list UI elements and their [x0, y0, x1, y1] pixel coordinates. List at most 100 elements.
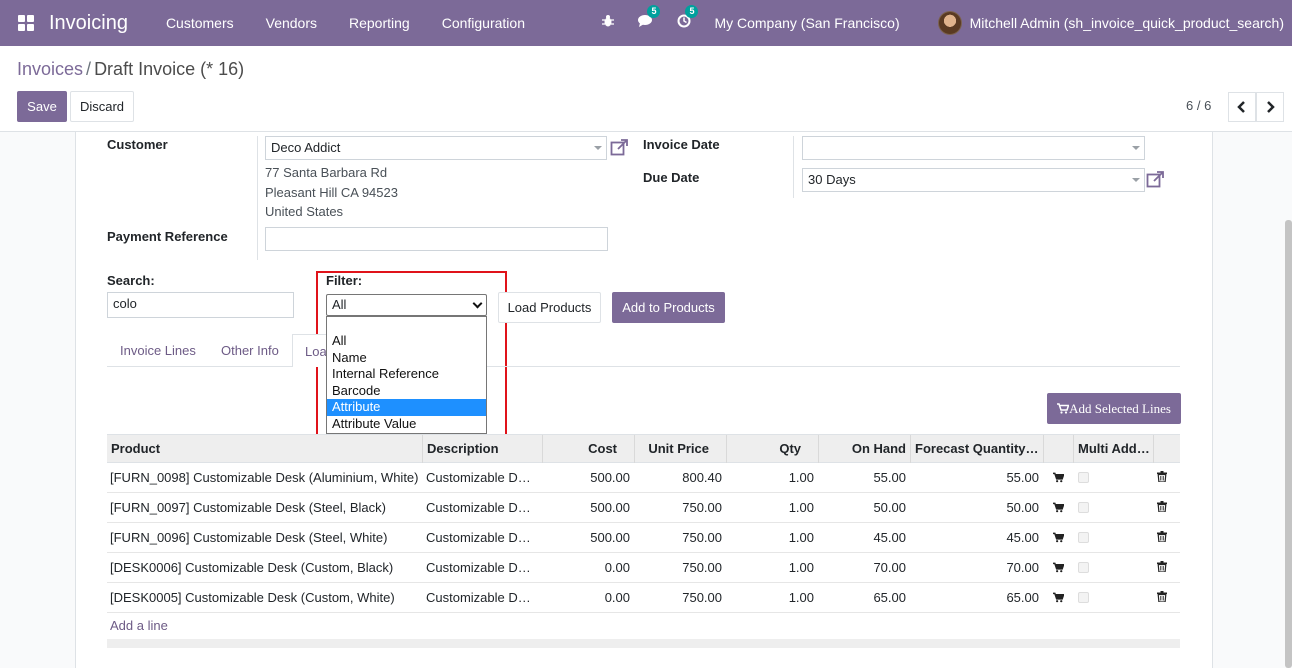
cell-on-hand[interactable]: 45.00 [819, 530, 906, 545]
cell-product[interactable]: [FURN_0097] Customizable Desk (Steel, Bl… [110, 500, 386, 515]
company-switcher[interactable]: My Company (San Francisco) [714, 15, 899, 31]
cell-unit-price[interactable]: 750.00 [637, 530, 722, 545]
header-forecast-quantity[interactable]: Forecast Quantity… [915, 441, 1043, 456]
cell-forecast[interactable]: 50.00 [917, 500, 1039, 515]
multi-add-checkbox[interactable] [1078, 592, 1089, 603]
payment-reference-field[interactable] [265, 227, 608, 251]
external-link-icon[interactable] [1146, 170, 1166, 190]
scrollbar[interactable] [1285, 220, 1292, 668]
cell-cost[interactable]: 0.00 [547, 560, 630, 575]
trash-icon[interactable] [1157, 531, 1167, 542]
add-a-line-link[interactable]: Add a line [110, 618, 168, 633]
cart-icon[interactable] [1053, 562, 1064, 573]
header-description[interactable]: Description [427, 441, 499, 456]
cell-description[interactable]: Customizable D… [426, 560, 536, 575]
menu-vendors[interactable]: Vendors [250, 15, 333, 31]
menu-customers[interactable]: Customers [150, 15, 250, 31]
table-row[interactable]: [DESK0005] Customizable Desk (Custom, Wh… [107, 583, 1180, 613]
cell-product[interactable]: [FURN_0098] Customizable Desk (Aluminium… [110, 470, 418, 485]
trash-icon[interactable] [1157, 501, 1167, 512]
cell-forecast[interactable]: 65.00 [917, 590, 1039, 605]
load-products-button[interactable]: Load Products [498, 292, 601, 323]
header-multi-add[interactable]: Multi Add… [1078, 441, 1154, 456]
due-date-field[interactable]: 30 Days [802, 168, 1145, 192]
invoice-date-field[interactable] [802, 136, 1145, 160]
external-link-icon[interactable] [610, 138, 630, 158]
cell-product[interactable]: [FURN_0096] Customizable Desk (Steel, Wh… [110, 530, 387, 545]
trash-icon[interactable] [1157, 471, 1167, 482]
trash-icon[interactable] [1157, 591, 1167, 602]
cart-icon[interactable] [1053, 472, 1064, 483]
header-unit-price[interactable]: Unit Price [634, 441, 709, 456]
cell-qty[interactable]: 1.00 [727, 500, 814, 515]
cell-unit-price[interactable]: 750.00 [637, 560, 722, 575]
cell-description[interactable]: Customizable D… [426, 590, 536, 605]
customer-field[interactable]: Deco Addict [265, 136, 607, 160]
menu-configuration[interactable]: Configuration [426, 15, 541, 31]
table-row[interactable]: [DESK0006] Customizable Desk (Custom, Bl… [107, 553, 1180, 583]
cell-on-hand[interactable]: 65.00 [819, 590, 906, 605]
user-menu[interactable]: Mitchell Admin (sh_invoice_quick_product… [970, 15, 1284, 31]
cell-product[interactable]: [DESK0006] Customizable Desk (Custom, Bl… [110, 560, 393, 575]
cell-on-hand[interactable]: 50.00 [819, 500, 906, 515]
cart-icon[interactable] [1053, 502, 1064, 513]
cell-cost[interactable]: 500.00 [547, 470, 630, 485]
cell-forecast[interactable]: 45.00 [917, 530, 1039, 545]
discard-button[interactable]: Discard [70, 91, 134, 122]
avatar[interactable] [937, 11, 962, 35]
cell-unit-price[interactable]: 750.00 [637, 500, 722, 515]
multi-add-checkbox[interactable] [1078, 502, 1089, 513]
breadcrumb-invoices[interactable]: Invoices [17, 59, 83, 79]
tab-invoice-lines[interactable]: Invoice Lines [120, 343, 196, 358]
bug-icon[interactable] [600, 14, 616, 32]
header-on-hand[interactable]: On Hand [818, 441, 906, 456]
multi-add-checkbox[interactable] [1078, 472, 1089, 483]
add-selected-lines-button[interactable]: Add Selected Lines [1047, 393, 1181, 424]
header-product[interactable]: Product [111, 441, 160, 456]
cell-forecast[interactable]: 55.00 [917, 470, 1039, 485]
cell-forecast[interactable]: 70.00 [917, 560, 1039, 575]
filter-option-name[interactable]: Name [327, 350, 486, 367]
cell-on-hand[interactable]: 55.00 [819, 470, 906, 485]
pager-value[interactable]: 6 / 6 [1186, 98, 1211, 113]
table-row[interactable]: [FURN_0097] Customizable Desk (Steel, Bl… [107, 493, 1180, 523]
cell-cost[interactable]: 500.00 [547, 500, 630, 515]
activity-icon[interactable]: 5 [676, 5, 699, 32]
cell-unit-price[interactable]: 800.40 [637, 470, 722, 485]
pager-next-button[interactable] [1256, 92, 1284, 122]
filter-option-attribute-value[interactable]: Attribute Value [327, 416, 486, 433]
filter-option-barcode[interactable]: Barcode [327, 383, 486, 400]
filter-option-all[interactable]: All [327, 333, 486, 350]
apps-icon[interactable] [18, 15, 34, 31]
cell-qty[interactable]: 1.00 [727, 470, 814, 485]
cell-cost[interactable]: 0.00 [547, 590, 630, 605]
tab-other-info[interactable]: Other Info [221, 343, 279, 358]
table-row[interactable]: [FURN_0098] Customizable Desk (Aluminium… [107, 463, 1180, 493]
header-cost[interactable]: Cost [542, 441, 617, 456]
pager-previous-button[interactable] [1228, 92, 1256, 122]
cell-qty[interactable]: 1.00 [727, 560, 814, 575]
cell-qty[interactable]: 1.00 [727, 530, 814, 545]
cell-description[interactable]: Customizable D… [426, 530, 536, 545]
cart-icon[interactable] [1053, 592, 1064, 603]
add-to-products-button[interactable]: Add to Products [612, 292, 725, 323]
search-input[interactable]: colo [107, 292, 294, 318]
filter-option-internal-reference[interactable]: Internal Reference [327, 366, 486, 383]
cell-description[interactable]: Customizable D… [426, 500, 536, 515]
cell-product[interactable]: [DESK0005] Customizable Desk (Custom, Wh… [110, 590, 395, 605]
multi-add-checkbox[interactable] [1078, 532, 1089, 543]
chat-icon[interactable]: 5 [638, 5, 661, 32]
cart-icon[interactable] [1053, 532, 1064, 543]
menu-reporting[interactable]: Reporting [333, 15, 426, 31]
cell-description[interactable]: Customizable D… [426, 470, 536, 485]
filter-option-attribute[interactable]: Attribute [327, 399, 486, 416]
save-button[interactable]: Save [17, 91, 67, 122]
cell-qty[interactable]: 1.00 [727, 590, 814, 605]
trash-icon[interactable] [1157, 561, 1167, 572]
table-row[interactable]: [FURN_0096] Customizable Desk (Steel, Wh… [107, 523, 1180, 553]
cell-unit-price[interactable]: 750.00 [637, 590, 722, 605]
header-qty[interactable]: Qty [726, 441, 801, 456]
cell-cost[interactable]: 500.00 [547, 530, 630, 545]
multi-add-checkbox[interactable] [1078, 562, 1089, 573]
app-brand[interactable]: Invoicing [49, 12, 128, 35]
